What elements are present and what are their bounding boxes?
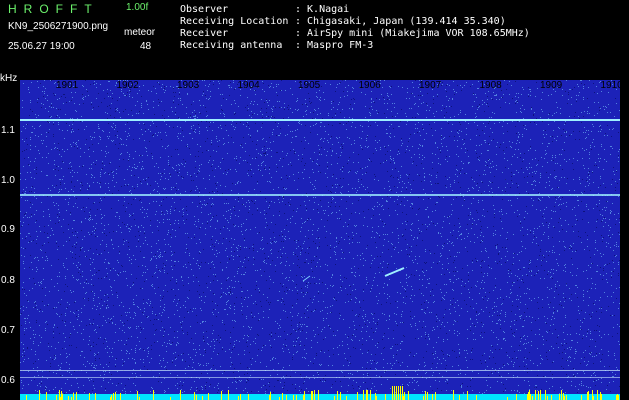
right-margin <box>620 80 629 400</box>
info-value: : AirSpy mini (Miakejima VOR 108.65MHz) <box>295 28 530 39</box>
app-title: HROFFT <box>8 2 99 16</box>
image-filename: KN9_2506271900.png <box>8 21 109 32</box>
info-value: : K.Nagai <box>295 4 350 15</box>
info-row-antenna: Receiving antenna : Maspro FM-3 <box>180 40 620 52</box>
info-row-observer: Observer : K.Nagai <box>180 4 620 16</box>
spectrogram-plot <box>20 80 620 400</box>
time-tick-label: 1905 <box>298 80 321 91</box>
spectrogram-canvas <box>20 80 620 400</box>
header-panel: HROFFT 1.00f KN9_2506271900.png meteor 2… <box>0 0 629 84</box>
frequency-tick-label: 1.1 <box>1 125 15 136</box>
observation-timestamp: 25.06.27 19:00 <box>8 41 75 52</box>
app-version: 1.00f <box>126 2 149 13</box>
noise-speckle <box>20 80 620 395</box>
time-tick-label: 1901 <box>56 80 79 91</box>
info-value: : Chigasaki, Japan (139.414 35.340) <box>295 16 506 27</box>
time-tick-label: 1907 <box>419 80 442 91</box>
time-tick-label: 1909 <box>540 80 563 91</box>
meteor-count: 48 <box>140 41 152 52</box>
frequency-tick-label: 1.0 <box>1 175 15 186</box>
frequency-tick-label: 0.8 <box>1 275 15 286</box>
time-tick-label: 1906 <box>358 80 381 91</box>
time-tick-label: 1904 <box>237 80 260 91</box>
time-tick-label: 1910 <box>600 80 623 91</box>
frequency-tick-label: 0.6 <box>1 375 15 386</box>
info-row-location: Receiving Location : Chigasaki, Japan (1… <box>180 16 620 28</box>
carrier-line-middle <box>20 194 620 196</box>
info-label: Receiver <box>180 28 229 39</box>
meteor-echo <box>384 267 405 277</box>
info-row-receiver: Receiver : AirSpy mini (Miakejima VOR 10… <box>180 28 620 40</box>
observation-info: Observer : K.Nagai Receiving Location : … <box>180 4 620 52</box>
carrier-line-lower-2 <box>20 377 620 378</box>
noise-dark-speckle <box>21 80 620 395</box>
frequency-tick-label: 0.9 <box>1 224 15 235</box>
info-label: Observer <box>180 4 229 15</box>
frequency-tick-label: 0.7 <box>1 325 15 336</box>
count-unit: meteor <box>124 27 156 38</box>
y-axis-unit: kHz <box>0 73 18 84</box>
time-tick-label: 1902 <box>116 80 139 91</box>
carrier-line-upper <box>20 119 620 121</box>
time-tick-label: 1903 <box>177 80 200 91</box>
info-value: : Maspro FM-3 <box>295 40 374 51</box>
carrier-line-lower-1 <box>20 370 620 371</box>
info-label: Receiving Location <box>180 16 289 27</box>
info-label: Receiving antenna <box>180 40 283 51</box>
time-tick-label: 1908 <box>479 80 502 91</box>
